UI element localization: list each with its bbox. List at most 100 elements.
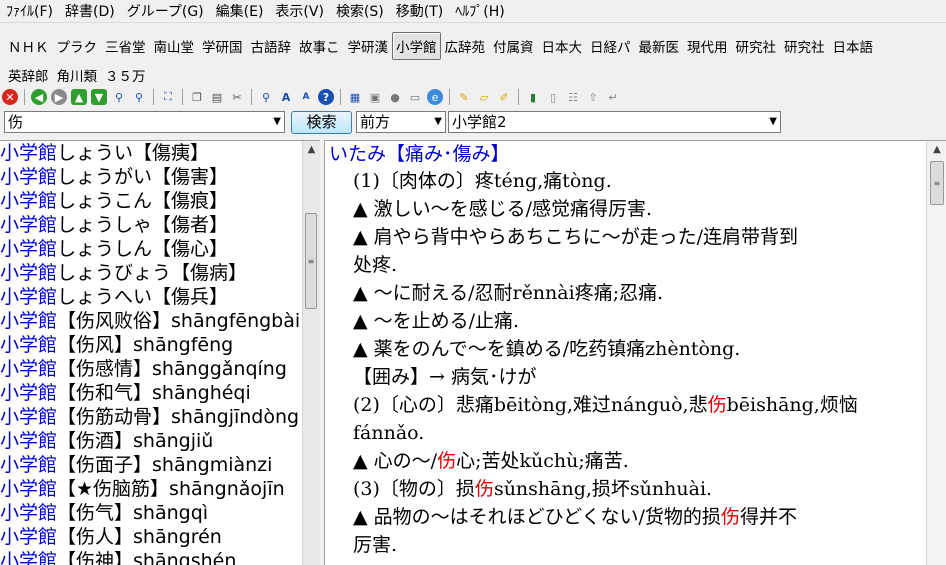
speech-icon[interactable]: ● [387,89,403,105]
web-icon[interactable]: e [427,89,443,105]
dictionary-button[interactable]: 日本語 [829,32,878,60]
image-icon[interactable]: ▣ [367,89,383,105]
down-icon[interactable]: ▼ [91,89,107,105]
menu-item[interactable]: 辞書(D) [59,1,121,21]
dictionary-button[interactable]: 故事こ [295,32,344,60]
dictionary-button[interactable]: 広辞苑 [441,32,490,60]
list-scroll-thumb[interactable]: ≡ [305,213,317,309]
note-icon[interactable]: ▱ [476,89,492,105]
dictionary-row-1: ＮＨＫ プラク 三省堂 南山堂 学研国 古語辞 故事こ 学研漢 小学館 広辞苑 付属資 日本大 日経パ最… [4,32,878,60]
dictionary-button[interactable]: プラク [53,32,102,60]
book-icon[interactable]: ▦ [347,89,363,105]
jump-icon[interactable]: ↵ [605,89,621,105]
font-down-icon[interactable]: A [298,89,314,105]
dictionary-button[interactable]: 研究社 [780,32,829,60]
menu-item[interactable]: 検索(S) [330,1,390,21]
list-item[interactable]: 小学館【伤风败俗】shāngfēngbài [0,309,300,333]
list-item-source: 小学館 [0,526,58,548]
menu-item[interactable]: 表示(V) [269,1,330,21]
search-button[interactable]: 検索 [291,111,352,134]
chevron-down-icon[interactable]: ▼ [273,112,281,132]
list-item[interactable]: 小学館【伤面子】shāngmiànzi [0,453,300,477]
dictionary-row-2: 英辞郎 角川類 ３５万 [4,65,150,85]
help-icon[interactable]: ? [318,89,334,105]
marker-icon[interactable]: ✎ [456,89,472,105]
dictionary-button[interactable]: ３５万 [101,61,150,89]
page-icon[interactable]: ▯ [545,89,561,105]
paste-icon[interactable]: ▤ [209,89,225,105]
up-icon[interactable]: ▲ [71,89,87,105]
list-item[interactable]: 小学館【伤风】shāngfēng [0,333,300,357]
stop-icon[interactable]: ✕ [2,89,18,105]
search-prev-icon[interactable]: ⚲ [131,89,147,105]
list-item[interactable]: 小学館【伤酒】shāngjiǔ [0,429,300,453]
dictionary-button[interactable]: 現代用 [683,32,732,60]
menu-item[interactable]: グループ(G) [121,1,210,21]
cut-icon[interactable]: ✂ [229,89,245,105]
font-up-icon[interactable]: A [278,89,294,105]
list-item[interactable]: 小学館しょうこん【傷痕】 [0,189,300,213]
dictionary-button[interactable]: 英辞郎 [4,61,53,89]
dictionary-button[interactable]: 学研国 [198,32,247,60]
list-item[interactable]: 小学館しょうしゃ【傷者】 [0,213,300,237]
pencil-icon[interactable]: ✐ [496,89,512,105]
list-item[interactable]: 小学館【伤人】shāngrén [0,525,300,549]
toolbar-separator [449,89,450,105]
list-item[interactable]: 小学館【★伤脑筋】shāngnǎojīn [0,477,300,501]
dictionary-select[interactable]: 小学館2 ▼ [448,111,781,133]
list-item[interactable]: 小学館しょうい【傷痍】 [0,141,300,165]
fit-icon[interactable]: ⛶ [160,89,176,105]
dictionary-button[interactable]: 小学館 [392,32,441,60]
dictionary-button[interactable]: 南山堂 [150,32,199,60]
scroll-up-icon[interactable]: ▲ [927,141,946,158]
entry-scrollbar[interactable]: ▲ ≡ [926,141,946,565]
search-mode-select[interactable]: 前方 ▼ [356,111,446,133]
dictionary-button[interactable]: 角川類 [53,61,102,89]
dictionary-button[interactable]: 日本大 [538,32,587,60]
list-item[interactable]: 小学館【伤和气】shānghéqi [0,381,300,405]
chevron-down-icon[interactable]: ▼ [769,112,777,132]
toolbar-separator [518,89,519,105]
zoom-icon[interactable]: ⚲ [258,89,274,105]
search-icon[interactable]: ⚲ [111,89,127,105]
list-item[interactable]: 小学館しょうがい【傷害】 [0,165,300,189]
entry-scroll-thumb[interactable]: ≡ [930,161,944,205]
list-item[interactable]: 小学館【伤神】shāngshén [0,549,300,565]
list-item[interactable]: 小学館【伤气】shāngqì [0,501,300,525]
back-icon[interactable]: ◀ [31,89,47,105]
list-item[interactable]: 小学館【伤筋动骨】shāngjīndònggǔ [0,405,300,429]
copy-icon[interactable]: ❐ [189,89,205,105]
list-item[interactable]: 小学館しょうしん【傷心】 [0,237,300,261]
menu-item[interactable]: ﾌｧｲﾙ(F) [0,1,59,21]
chevron-down-icon[interactable]: ▼ [434,112,442,132]
list-item-text: 【伤气】shāngqì [57,502,209,524]
search-input[interactable]: 伤 ▼ [4,111,285,133]
forward-icon[interactable]: ▶ [51,89,67,105]
entry-text: ▲ 肩やら背中やらあちこちに～が走った/连肩带背到 [353,226,799,248]
link-icon[interactable]: ▭ [407,89,423,105]
dictionary-button[interactable]: 古語辞 [247,32,296,60]
list-item[interactable]: 小学館しょうびょう【傷病】 [0,261,300,285]
menu-item[interactable]: 移動(T) [390,1,449,21]
dictionary-button[interactable]: 日経パ [586,32,635,60]
menu-item[interactable]: 編集(E) [210,1,270,21]
list-item[interactable]: 小学館しょうへい【傷兵】 [0,285,300,309]
list-item-source: 小学館 [0,358,58,380]
list-item-text: しょうしゃ【傷者】 [57,214,229,236]
dictionary-button[interactable]: 付属資 [489,32,538,60]
dictionary-button[interactable]: ＮＨＫ [4,32,53,60]
tree-icon[interactable]: ☷ [565,89,581,105]
scroll-up-icon[interactable]: ▲ [303,141,320,158]
dictionary-button[interactable]: 学研漢 [344,32,393,60]
entry-headword[interactable]: いたみ【痛み･傷み】 [329,141,919,167]
list-item[interactable]: 小学館【伤感情】shānggǎnqíng [0,357,300,381]
list-item-source: 小学館 [0,262,58,284]
list-scrollbar[interactable]: ▲ ≡ [302,141,320,565]
dictionary-button[interactable]: 最新医 [635,32,684,60]
menu-item[interactable]: ﾍﾙﾌﾟ(H) [449,1,510,21]
dictionary-button[interactable]: 研究社 [732,32,781,60]
up-arrow-icon[interactable]: ⇧ [585,89,601,105]
list-item-text: 【★伤脑筋】shāngnǎojīn [57,478,285,500]
dictionary-button[interactable]: 三省堂 [101,32,150,60]
bookmark-icon[interactable]: ▮ [525,89,541,105]
